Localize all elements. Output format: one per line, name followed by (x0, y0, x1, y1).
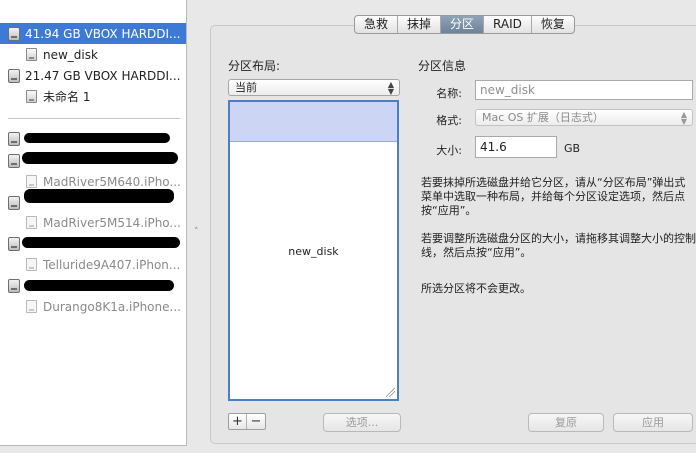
popup-value: Mac OS 扩展（日志式） (482, 111, 604, 124)
revert-button[interactable]: 复原 (528, 413, 604, 432)
partition-segment-label: new_disk (288, 245, 339, 258)
sidebar-volume-untitled[interactable]: 未命名 1 (0, 86, 186, 107)
volume-icon (26, 48, 37, 61)
apply-button[interactable]: 应用 (613, 413, 693, 432)
popup-arrows-icon: ▲ ▼ (387, 79, 394, 96)
tab-raid[interactable]: RAID (484, 16, 532, 33)
sidebar-item-label: MadRiver5M640.iPho... (43, 174, 181, 189)
size-unit: GB (564, 142, 581, 155)
sidebar-volume[interactable]: Telluride9A407.iPhon... (0, 254, 186, 275)
name-label: 名称: (436, 87, 462, 100)
popup-arrows-icon: ▲ ▼ (680, 109, 687, 126)
sidebar-item-label: 21.47 GB VBOX HARDDI... (25, 68, 181, 83)
sidebar-item-label: MadRiver5M514.iPho... (43, 215, 181, 230)
popup-value: 当前 (235, 81, 257, 94)
sidebar-disk-2[interactable]: 21.47 GB VBOX HARDDI... (0, 65, 186, 86)
sidebar-volume[interactable]: Durango8K1a.iPhone... (0, 296, 186, 317)
help-text-unchanged: 所选分区将不会更改。 (421, 282, 531, 295)
device-icon (8, 278, 20, 293)
help-text-erase: 若要抹掉所选磁盘并给它分区，请从“分区布局”弹出式菜单中选取一种布局，并给每个分… (421, 176, 686, 217)
sidebar-divider (8, 118, 180, 119)
layout-section-title: 分区布局: (228, 59, 281, 73)
volume-icon (26, 90, 37, 103)
help-text-resize: 若要调整所选磁盘分区的大小，请拖移其调整大小的控制线，然后点按“应用”。 (421, 232, 696, 259)
partition-layout-map[interactable]: new_disk (228, 100, 399, 401)
add-partition-button[interactable]: + (229, 414, 247, 429)
options-button[interactable]: 选项... (323, 413, 401, 432)
redaction-mark (24, 280, 174, 291)
hard-disk-icon (8, 26, 20, 41)
volume-icon (26, 258, 37, 271)
partition-name-field[interactable]: new_disk (475, 80, 693, 100)
splitter-handle-icon[interactable]: ˄ (194, 228, 200, 237)
device-icon (8, 153, 20, 168)
add-remove-control: + − (228, 413, 266, 430)
sidebar-volume-new-disk[interactable]: new_disk (0, 44, 186, 65)
sidebar-volume[interactable]: MadRiver5M514.iPho... (0, 212, 186, 233)
format-popup[interactable]: Mac OS 扩展（日志式） ▲ ▼ (475, 109, 693, 126)
redaction-mark (24, 189, 174, 203)
volume-icon (26, 175, 37, 188)
size-label: 大小: (436, 144, 462, 157)
tab-partition[interactable]: 分区 (441, 16, 485, 33)
remove-partition-button[interactable]: − (247, 414, 265, 429)
sidebar-item-label: Telluride9A407.iPhon... (43, 257, 181, 272)
sidebar-item-label: new_disk (43, 47, 98, 62)
partition-size-field[interactable]: 41.6 (475, 136, 557, 158)
sidebar-item-label: 41.94 GB VBOX HARDDI... (25, 26, 181, 41)
tab-erase[interactable]: 抹掉 (398, 16, 442, 33)
redaction-mark (22, 152, 178, 164)
sidebar-item-label: Durango8K1a.iPhone... (43, 299, 181, 314)
hard-disk-icon (8, 68, 20, 83)
redaction-mark (24, 133, 170, 143)
device-icon (8, 131, 20, 146)
tab-first-aid[interactable]: 急救 (355, 16, 399, 33)
info-section-title: 分区信息 (418, 59, 467, 73)
format-label: 格式: (436, 114, 462, 127)
volume-icon (26, 300, 37, 313)
partition-selected-segment[interactable] (230, 102, 397, 142)
volume-icon (26, 216, 37, 229)
device-icon (8, 195, 20, 210)
resize-grip-icon[interactable] (386, 388, 395, 397)
sidebar-disk-1[interactable]: 41.94 GB VBOX HARDDI... (0, 23, 186, 44)
tab-restore[interactable]: 恢复 (532, 16, 574, 33)
sidebar: 41.94 GB VBOX HARDDI... new_disk 21.47 G… (0, 0, 187, 446)
redaction-mark (22, 237, 180, 248)
device-icon (8, 236, 20, 251)
sidebar-item-label: 未命名 1 (43, 90, 91, 104)
partition-scheme-popup[interactable]: 当前 ▲ ▼ (228, 79, 400, 96)
tab-bar: 急救 抹掉 分区 RAID 恢复 (354, 15, 575, 34)
